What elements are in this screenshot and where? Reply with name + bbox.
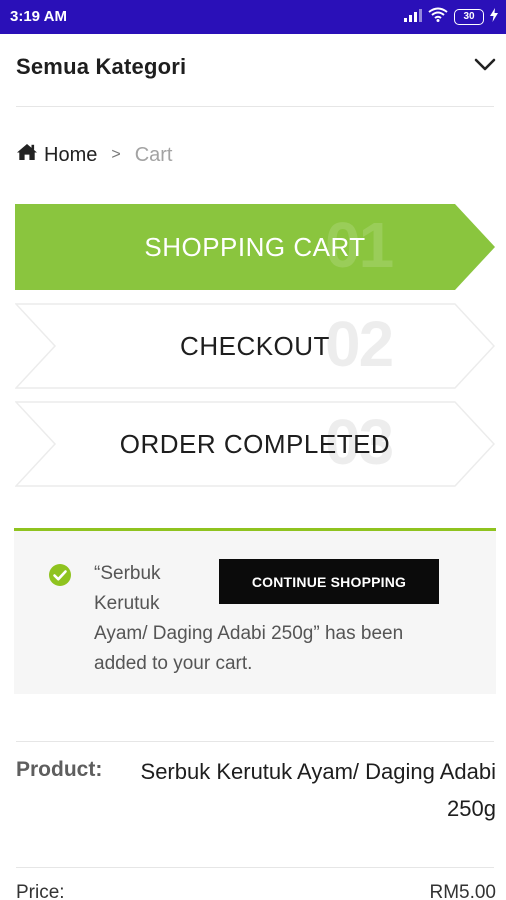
battery-icon: 30 xyxy=(454,9,484,25)
home-icon[interactable] xyxy=(16,143,38,167)
header-divider xyxy=(16,106,494,107)
step-label: CHECKOUT xyxy=(180,330,330,361)
breadcrumb-home[interactable]: Home xyxy=(44,144,97,167)
status-icons: 30 xyxy=(404,7,498,27)
price-row: Price: RM5.00 xyxy=(16,882,496,900)
bolt-icon xyxy=(490,7,498,27)
category-title: Semua Kategori xyxy=(16,54,187,79)
product-name[interactable]: Serbuk Kerutuk Ayam/ Daging Adabi 250g xyxy=(126,753,496,827)
step-shopping-cart: 01 SHOPPING CART xyxy=(15,204,495,290)
step-order-completed: 03 ORDER COMPLETED xyxy=(15,401,495,487)
breadcrumb-separator: > xyxy=(111,146,121,163)
step-label: ORDER COMPLETED xyxy=(119,428,391,459)
step-checkout: 02 CHECKOUT xyxy=(15,303,495,389)
row-divider xyxy=(16,867,494,868)
product-label: Product: xyxy=(16,758,103,781)
price-label: Price: xyxy=(16,882,65,900)
price-value: RM5.00 xyxy=(429,882,496,900)
notice-text-block: CONTINUE SHOPPING “Serbuk Kerutuk Ayam/ … xyxy=(94,559,439,679)
category-selector[interactable]: Semua Kategori xyxy=(16,50,496,88)
added-to-cart-notice: CONTINUE SHOPPING “Serbuk Kerutuk Ayam/ … xyxy=(14,528,496,694)
check-circle-icon xyxy=(48,563,72,592)
signal-icon xyxy=(404,8,422,27)
status-bar: 3:19 AM 30 xyxy=(0,0,506,34)
wifi-icon xyxy=(428,7,448,27)
continue-shopping-button[interactable]: CONTINUE SHOPPING xyxy=(219,559,439,604)
breadcrumb-current: Cart xyxy=(134,143,173,166)
status-time: 3:19 AM xyxy=(10,8,67,25)
step-label: SHOPPING CART xyxy=(144,231,366,262)
section-divider xyxy=(16,741,494,742)
breadcrumb: Home > Cart xyxy=(16,142,173,168)
chevron-down-icon[interactable] xyxy=(474,58,496,77)
